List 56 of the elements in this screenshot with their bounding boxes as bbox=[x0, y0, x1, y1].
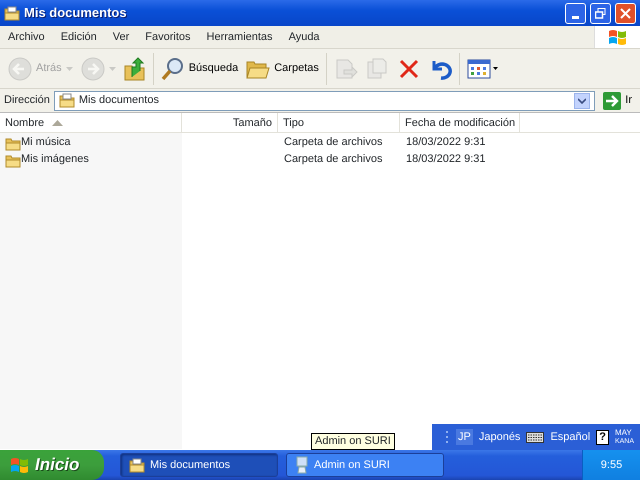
table-cell-text: Carpeta de archivos bbox=[283, 135, 384, 150]
help-button[interactable]: ? bbox=[596, 430, 609, 444]
close-button[interactable] bbox=[615, 2, 636, 24]
address-value: Mis documentos bbox=[78, 93, 159, 108]
file-item[interactable]: Mi música bbox=[0, 134, 182, 151]
table-cell-text: 18/03/2022 9:31 bbox=[405, 152, 487, 167]
keyboard-layout-button[interactable]: Español bbox=[550, 428, 590, 446]
dropdown-button[interactable] bbox=[574, 92, 590, 108]
minimize-button[interactable] bbox=[565, 2, 586, 24]
input-mode[interactable]: MAY bbox=[614, 428, 634, 437]
folder-up-icon bbox=[124, 56, 146, 80]
menu-item[interactable]: Archivo bbox=[0, 26, 53, 48]
file-item[interactable]: Mis imágenes bbox=[0, 151, 182, 168]
language-button[interactable]: Japonés bbox=[478, 428, 520, 446]
search-button[interactable]: Búsqueda bbox=[156, 50, 242, 86]
menu-item[interactable]: Herramientas bbox=[198, 26, 281, 48]
restore-button[interactable] bbox=[590, 2, 611, 24]
language-code[interactable]: JP bbox=[456, 428, 473, 446]
chevron-down-icon bbox=[578, 98, 586, 104]
go-button[interactable]: Ir bbox=[599, 90, 636, 112]
address-field[interactable]: Mis documentos bbox=[54, 90, 596, 110]
restore-icon bbox=[595, 8, 606, 18]
menu-item[interactable]: Favoritos bbox=[137, 26, 199, 48]
column-header[interactable]: Tamaño bbox=[182, 113, 278, 133]
table-cell-text: 18/03/2022 9:31 bbox=[405, 135, 487, 150]
menu-item[interactable]: Ver bbox=[104, 26, 138, 48]
folder-icon bbox=[129, 457, 145, 473]
close-icon bbox=[620, 8, 631, 18]
folder-icon bbox=[58, 92, 75, 108]
window-title: Mis documentos bbox=[24, 4, 127, 22]
folder-icon bbox=[4, 4, 20, 21]
taskbar-button[interactable]: Admin on SURI bbox=[286, 453, 444, 477]
computer-icon bbox=[295, 456, 309, 474]
folders-button[interactable]: Carpetas bbox=[242, 50, 323, 86]
column-header[interactable]: Tipo bbox=[278, 113, 400, 133]
delete-icon bbox=[398, 58, 420, 80]
grip-icon[interactable] bbox=[446, 430, 450, 444]
keyboard-icon bbox=[526, 432, 544, 442]
menu-item[interactable]: Edición bbox=[52, 26, 105, 48]
tooltip: Admin on SURI bbox=[311, 433, 395, 450]
caret-icon bbox=[108, 66, 116, 70]
view-grid-icon bbox=[466, 58, 499, 80]
column-header[interactable]: Fecha de modificación bbox=[400, 113, 520, 133]
table-cell-text: Carpeta de archivos bbox=[283, 152, 384, 167]
caret-icon bbox=[66, 66, 73, 70]
go-arrow-icon bbox=[603, 92, 622, 110]
menu-item[interactable]: Ayuda bbox=[280, 26, 328, 48]
windows-logo-icon bbox=[10, 456, 30, 474]
taskbar-button[interactable]: Mis documentos bbox=[120, 453, 278, 477]
windows-logo-icon bbox=[608, 28, 628, 46]
search-icon bbox=[160, 56, 185, 80]
address-label: Dirección bbox=[4, 93, 50, 108]
clock: 9:55 bbox=[600, 458, 622, 473]
move-to-icon bbox=[334, 56, 358, 80]
minimize-icon bbox=[572, 16, 579, 18]
sort-ascending-icon bbox=[52, 120, 64, 126]
